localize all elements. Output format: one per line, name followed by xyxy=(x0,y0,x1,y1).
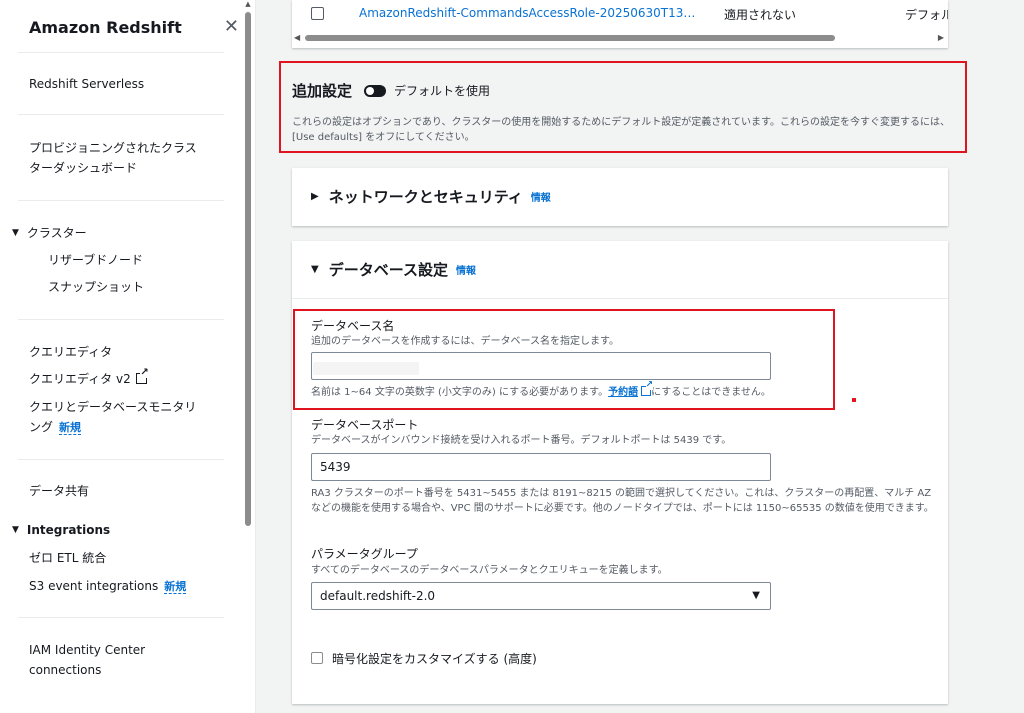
sidebar-scrollbar[interactable] xyxy=(245,12,251,526)
divider xyxy=(18,52,224,53)
sidebar-item-snapshots[interactable]: スナップショット xyxy=(48,277,144,297)
sidebar-item-label: クエリエディタ v2 xyxy=(29,372,131,386)
caret-right-icon: ▶ xyxy=(311,191,319,202)
sidebar-item-label: IAM Identity Center xyxy=(29,643,146,657)
row-checkbox[interactable] xyxy=(311,7,324,20)
sidebar-item-s3-event[interactable]: S3 event integrations 新規 xyxy=(29,576,187,597)
param-group-select[interactable]: default.redshift-2.0 ▼ xyxy=(311,582,771,610)
scrollbar-thumb[interactable] xyxy=(305,35,835,41)
scroll-left-icon[interactable]: ◀ xyxy=(294,33,300,42)
section-title: ネットワークとセキュリティ xyxy=(328,188,523,206)
scroll-right-icon[interactable]: ▶ xyxy=(938,33,944,42)
horizontal-scrollbar[interactable]: ◀ ▶ xyxy=(292,33,948,43)
caret-down-icon: ▼ xyxy=(752,590,760,601)
divider xyxy=(18,459,224,460)
caret-down-icon: ▼ xyxy=(12,228,19,238)
sidebar-header: Amazon Redshift ✕ xyxy=(29,14,239,40)
side-navigation: Amazon Redshift ✕ ▲ Redshift Serverless … xyxy=(0,0,256,713)
role-name-link[interactable]: AmazonRedshift-CommandsAccessRole-202506… xyxy=(359,6,695,20)
param-group-value: default.redshift-2.0 xyxy=(320,589,436,603)
network-security-header[interactable]: ▶ ネットワークとセキュリティ 情報 xyxy=(311,186,551,207)
role-default: デフォルト xyxy=(905,8,948,22)
sidebar-item-label: S3 event integrations xyxy=(29,579,159,593)
divider xyxy=(18,200,224,201)
sidebar-group-label: クラスター xyxy=(26,226,87,240)
database-settings-header[interactable]: ▼ データベース設定 情報 xyxy=(311,259,476,280)
sidebar-item-reserved-nodes[interactable]: リザーブドノード xyxy=(48,250,143,270)
sidebar-item-provisioned-dashboard[interactable]: プロビジョニングされたクラス ターダッシュボード xyxy=(29,138,197,178)
sidebar-group-label: Integrations xyxy=(26,523,111,537)
info-link[interactable]: 情報 xyxy=(456,262,476,277)
sidebar-group-clusters[interactable]: ▼ クラスター xyxy=(12,224,87,242)
param-group-description: すべてのデータベースのデータベースパラメータとクエリキューを定義します。 xyxy=(311,565,668,576)
sidebar-item-query-monitoring[interactable]: クエリとデータベースモニタリ ング 新規 xyxy=(29,397,196,438)
param-group-label: パラメータグループ xyxy=(311,547,418,561)
sidebar-item-query-editor-v2[interactable]: クエリエディタ v2 xyxy=(29,368,149,389)
sidebar-item-label: ターダッシュボード xyxy=(29,161,138,175)
db-port-hint: RA3 クラスターのポート番号を 5431~5455 または 8191~8215… xyxy=(311,488,934,514)
role-status: 適用されない xyxy=(724,8,797,22)
highlight-box xyxy=(293,309,835,410)
db-port-input[interactable] xyxy=(311,453,771,481)
external-link-icon xyxy=(135,368,149,384)
scroll-up-arrow-icon[interactable]: ▲ xyxy=(243,0,253,10)
section-title: データベース設定 xyxy=(328,261,448,279)
db-port-label: データベースポート xyxy=(311,418,419,432)
sidebar-item-iam-identity-center[interactable]: IAM Identity Center connections xyxy=(29,640,145,680)
divider xyxy=(18,114,224,115)
annotation-dot xyxy=(852,398,856,402)
sidebar-item-label: クエリとデータベースモニタリ xyxy=(29,400,197,414)
new-badge: 新規 xyxy=(164,580,187,594)
new-badge: 新規 xyxy=(59,421,82,435)
network-security-section: ▶ ネットワークとセキュリティ 情報 xyxy=(292,168,948,226)
iam-roles-table: AmazonRedshift-CommandsAccessRole-202506… xyxy=(292,0,948,48)
divider xyxy=(18,319,224,320)
sidebar-item-datashare[interactable]: データ共有 xyxy=(29,481,89,501)
sidebar-title[interactable]: Amazon Redshift xyxy=(29,18,182,37)
encryption-label[interactable]: 暗号化設定をカスタマイズする (高度) xyxy=(332,650,537,667)
sidebar-item-label: プロビジョニングされたクラス xyxy=(29,141,197,155)
caret-down-icon: ▼ xyxy=(12,525,19,535)
highlight-box xyxy=(279,61,967,153)
database-settings-header-area: ▼ データベース設定 情報 xyxy=(292,241,948,299)
db-port-description: データベースがインバウンド接続を受け入れるポート番号。デフォルトポートは 543… xyxy=(311,435,732,446)
sidebar-item-label: ング xyxy=(29,420,54,434)
sidebar-group-integrations[interactable]: ▼ Integrations xyxy=(12,521,110,539)
close-icon[interactable]: ✕ xyxy=(224,18,239,36)
encryption-checkbox[interactable] xyxy=(311,652,323,664)
sidebar-item-query-editor[interactable]: クエリエディタ xyxy=(29,342,112,362)
sidebar-item-serverless[interactable]: Redshift Serverless xyxy=(29,74,144,94)
info-link[interactable]: 情報 xyxy=(531,189,551,204)
divider xyxy=(18,617,224,618)
caret-down-icon: ▼ xyxy=(311,264,319,275)
sidebar-item-label: connections xyxy=(29,663,102,677)
sidebar-item-zero-etl[interactable]: ゼロ ETL 統合 xyxy=(29,548,106,568)
